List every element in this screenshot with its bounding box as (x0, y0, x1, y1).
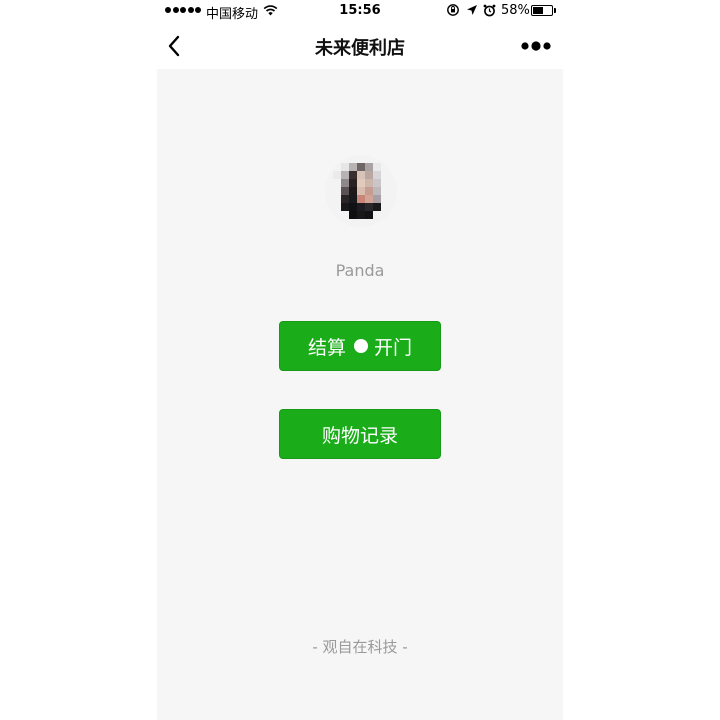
main-content: Panda 结算 开门 购物记录 - 观自在科技 - (157, 69, 563, 720)
battery-icon (531, 5, 553, 16)
navigation-bar: 未来便利店 (0, 24, 720, 69)
avatar-image (325, 155, 397, 227)
alarm-clock-icon (483, 4, 496, 21)
page-title: 未来便利店 (315, 38, 405, 59)
checkout-open-door-button[interactable]: 结算 开门 (279, 321, 441, 371)
clock-time: 15:56 (339, 3, 381, 18)
purchase-history-label: 购物记录 (321, 424, 398, 447)
footer-credit: - 观自在科技 - (312, 638, 408, 656)
dot-icon (354, 339, 368, 353)
location-arrow-icon (466, 4, 478, 20)
more-dots-icon (521, 41, 551, 51)
purchase-history-button[interactable]: 购物记录 (279, 409, 441, 459)
avatar (325, 155, 397, 227)
status-bar: 中国移动 15:56 58% (0, 0, 720, 24)
rotation-lock-icon (446, 3, 460, 21)
status-icons (446, 3, 496, 21)
open-door-label: 开门 (374, 336, 413, 359)
battery-cap (554, 8, 556, 13)
more-options-button[interactable] (518, 33, 554, 59)
username: Panda (335, 261, 385, 280)
battery-level-fill (533, 7, 543, 14)
phone-screen: 中国移动 15:56 58% 未来便利店 Panda 结算 开门 购物记录 - … (0, 0, 720, 720)
battery-percentage: 58% (501, 3, 530, 18)
checkout-label: 结算 (307, 336, 346, 359)
